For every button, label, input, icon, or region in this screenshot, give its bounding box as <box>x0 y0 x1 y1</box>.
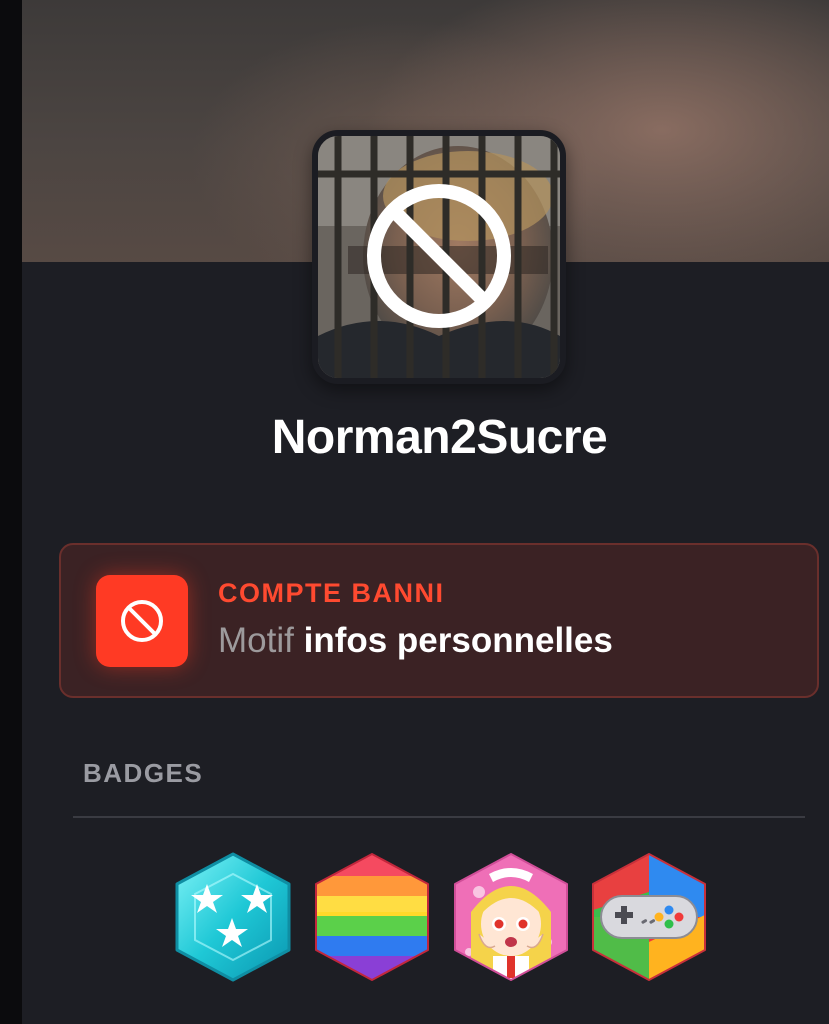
avatar-image <box>318 136 560 378</box>
badges-section-title: BADGES <box>83 758 204 788</box>
gamepad-badge-icon[interactable] <box>587 852 711 982</box>
ban-title: COMPTE BANNI <box>218 578 445 608</box>
ban-reason-label: Motif <box>218 621 294 660</box>
left-sidebar-edge <box>0 0 22 1024</box>
no-entry-icon <box>121 600 163 642</box>
anime-girl-badge-icon[interactable] <box>449 852 573 982</box>
badges-list <box>171 852 711 982</box>
ban-icon-tile <box>96 575 188 667</box>
profile-username: Norman2Sucre <box>271 411 608 464</box>
stars-badge-icon[interactable] <box>171 852 295 982</box>
ban-reason: Motif infos personnelles <box>218 621 613 661</box>
ban-notice-card: COMPTE BANNI Motif infos personnelles <box>59 543 819 698</box>
profile-avatar[interactable] <box>312 130 566 384</box>
badges-divider <box>73 816 805 818</box>
rainbow-badge-icon[interactable] <box>310 852 434 982</box>
ban-reason-value: infos personnelles <box>303 621 613 660</box>
